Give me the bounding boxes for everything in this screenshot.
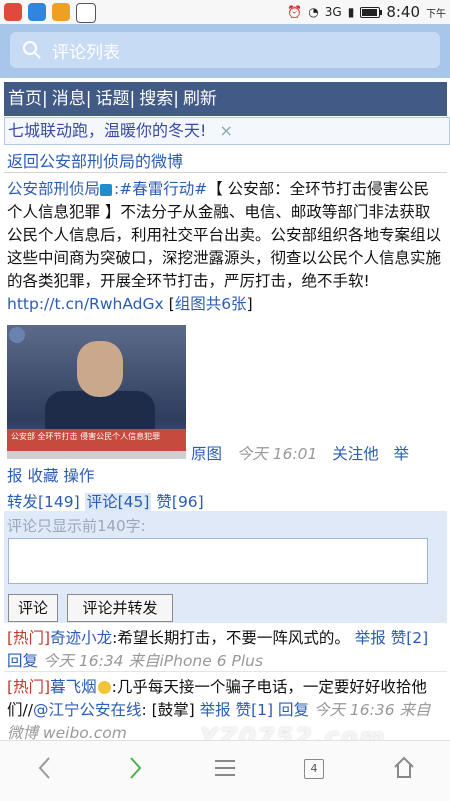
post-tabs: 转发[149] 评论[45] 赞[96]	[7, 490, 204, 512]
post-actions: 报 收藏 操作	[7, 464, 94, 486]
tv-logo-icon	[9, 327, 25, 343]
comment-time: 今天 16:34 来自iPhone 6 Plus	[42, 652, 264, 670]
post-time: 今天 16:01	[236, 445, 318, 463]
back-icon[interactable]	[36, 755, 54, 781]
tab-repost[interactable]: 转发[149]	[7, 493, 80, 511]
comment-text: :希望长期打击，不要一阵风式的。	[112, 629, 350, 647]
app-notification-icon	[52, 3, 70, 21]
post-image[interactable]: 公安部 全环节打击 侵害公民个人信息犯罪	[7, 325, 186, 459]
search-icon	[23, 41, 41, 59]
image-notification-icon	[76, 3, 96, 23]
follow-link[interactable]: 关注他	[332, 445, 379, 463]
comment-hint: 评论只显示前140字:	[7, 517, 146, 535]
tab-like[interactable]: 赞[96]	[156, 493, 203, 511]
promo-text[interactable]: 七城联动跑，温暖你的冬天!	[8, 121, 206, 140]
verified-badge-icon	[100, 183, 113, 196]
alarm-icon: ⏰	[287, 5, 303, 19]
comment-text-2: : [鼓掌]	[141, 701, 195, 719]
forward-icon[interactable]	[126, 755, 144, 781]
nav-item-messages[interactable]: 消息	[48, 89, 86, 109]
app-notification-icon	[28, 3, 46, 21]
hot-tag: [热门]	[7, 678, 51, 696]
search-input[interactable]: 评论列表	[10, 32, 440, 68]
status-icons: ⏰ ◔ 3G ▮ 8:40 下午	[287, 3, 446, 21]
close-icon[interactable]: ×	[220, 121, 233, 140]
browser-bottom-bar: 4	[0, 740, 450, 801]
menu-icon[interactable]	[213, 755, 237, 781]
post-meta: 原图 今天 16:01 关注他 举	[191, 442, 409, 464]
comment-mention[interactable]: @江宁公安在线	[33, 701, 142, 719]
nav-item-refresh[interactable]: 刷新	[179, 89, 217, 109]
comment-input[interactable]	[8, 538, 428, 584]
nav-item-search[interactable]: 搜索	[135, 89, 173, 109]
notification-icons	[4, 3, 96, 23]
search-label: 评论列表	[52, 42, 120, 63]
battery-icon	[360, 6, 383, 18]
weibo-post: 公安部刑侦局:#春雷行动#【 公安部：全环节打击侵害公民个人信息犯罪 】不法分子…	[7, 178, 443, 316]
nav-item-home[interactable]: 首页	[4, 89, 42, 109]
original-image-link[interactable]: 原图	[191, 445, 222, 463]
comment-item: [热门]奇迹小龙:希望长期打击，不要一阵风式的。 举报 赞[2] 回复 今天 1…	[7, 627, 443, 673]
nav-item-topics[interactable]: 话题	[91, 89, 129, 109]
app-notification-icon	[4, 3, 22, 21]
comment-form: 评论只显示前140字: 评论 评论并转发	[4, 511, 447, 623]
post-album-link[interactable]: 组图共6张	[175, 295, 247, 313]
home-icon[interactable]	[392, 755, 416, 781]
back-link[interactable]: 返回公安部刑侦局的微博	[7, 148, 183, 172]
clock-time: 8:40	[386, 3, 420, 21]
post-topic[interactable]: :#春雷行动#	[114, 180, 207, 198]
divider	[4, 172, 447, 173]
network-label: 3G	[324, 5, 342, 19]
report-link[interactable]: 举	[393, 445, 409, 463]
comment-button[interactable]: 评论	[8, 594, 58, 622]
post-url[interactable]: http://t.cn/RwhAdGx	[7, 295, 164, 313]
wifi-icon: ◔	[308, 5, 319, 19]
comment-like-link[interactable]: 赞[1]	[236, 701, 273, 719]
report-link-cont[interactable]: 报	[7, 467, 23, 485]
clock-ampm: 下午	[426, 8, 446, 20]
search-bar: 评论列表	[0, 24, 450, 78]
image-caption: 公安部 全环节打击 侵害公民个人信息犯罪	[11, 432, 161, 441]
tabs-count-icon[interactable]: 4	[304, 759, 324, 779]
operate-link[interactable]: 操作	[63, 467, 94, 485]
promo-banner[interactable]: 七城联动跑，温暖你的冬天! ×	[4, 117, 450, 145]
post-author[interactable]: 公安部刑侦局	[7, 180, 100, 198]
comment-reply-link[interactable]: 回复	[7, 652, 38, 670]
favorite-link[interactable]: 收藏	[27, 467, 58, 485]
smiley-icon	[97, 681, 111, 694]
divider	[4, 671, 447, 672]
comment-reply-link[interactable]: 回复	[278, 701, 309, 719]
comment-repost-button[interactable]: 评论并转发	[67, 594, 173, 622]
comment-report-link[interactable]: 举报	[200, 701, 231, 719]
hot-tag: [热门]	[7, 629, 51, 647]
status-bar: ⏰ ◔ 3G ▮ 8:40 下午	[0, 0, 450, 24]
comment-like-link[interactable]: 赞[2]	[391, 629, 428, 647]
tab-comment[interactable]: 评论[45]	[84, 493, 152, 511]
page-content: 首页| 消息| 话题| 搜索| 刷新 七城联动跑，温暖你的冬天! × 返回公安部刑侦局的…	[0, 78, 450, 760]
album-bracket-close: ]	[246, 295, 253, 313]
top-nav: 首页| 消息| 话题| 搜索| 刷新	[4, 82, 447, 116]
signal-icon: ▮	[347, 5, 355, 19]
comment-user[interactable]: 奇迹小龙	[50, 629, 112, 647]
comment-report-link[interactable]: 举报	[355, 629, 386, 647]
comment-user[interactable]: 暮飞烟	[50, 678, 97, 696]
